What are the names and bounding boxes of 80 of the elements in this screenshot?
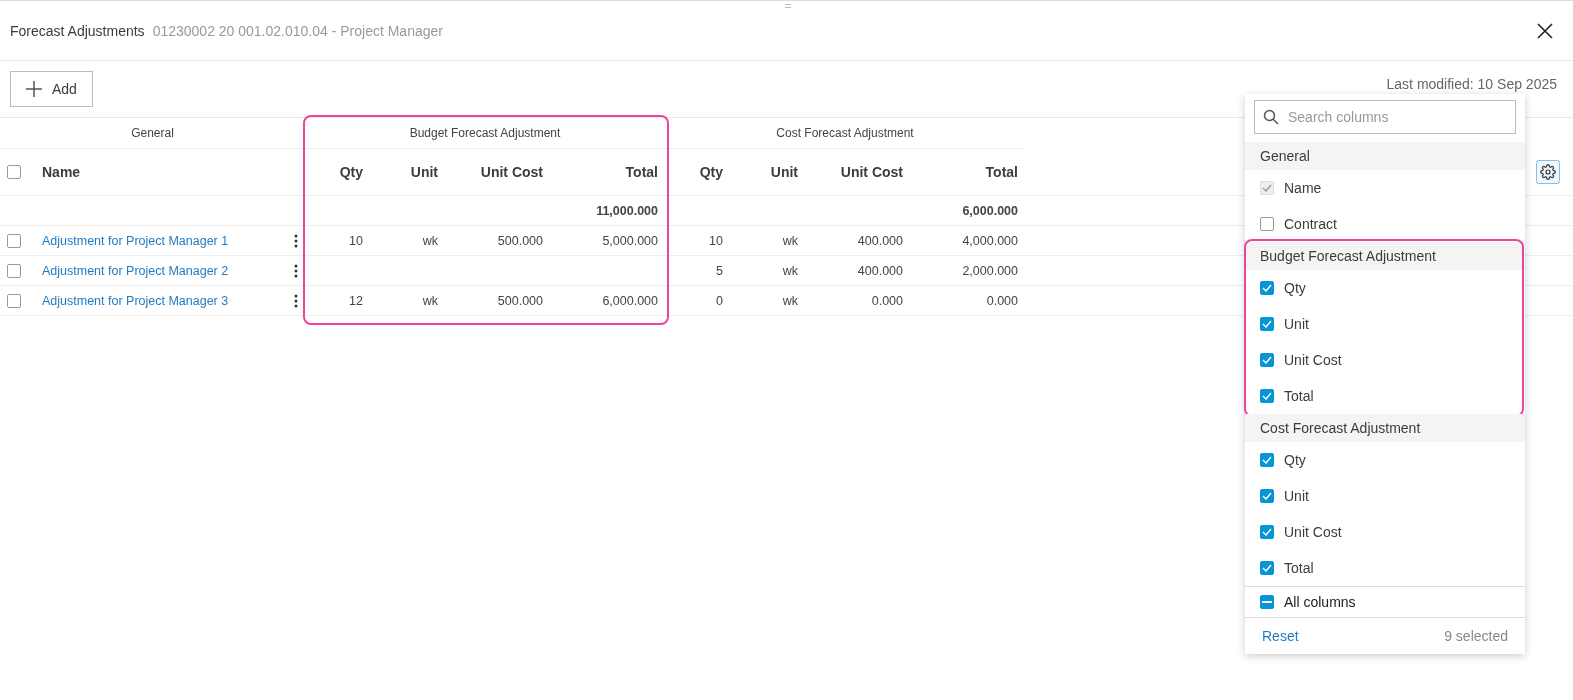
all-columns-checkbox[interactable] bbox=[1260, 595, 1274, 609]
table-cell: 0 bbox=[665, 286, 730, 316]
more-icon[interactable] bbox=[294, 233, 298, 248]
last-modified-text: Last modified: 10 Sep 2025 bbox=[1386, 76, 1557, 92]
checkbox[interactable] bbox=[1260, 281, 1274, 295]
table-cell: 0.000 bbox=[805, 286, 910, 316]
table-cell: wk bbox=[730, 256, 805, 286]
table-cell: 400.000 bbox=[805, 226, 910, 256]
column-group-header: Budget Forecast Adjustment bbox=[305, 118, 665, 149]
all-columns-option[interactable]: All columns bbox=[1245, 586, 1525, 618]
checkbox[interactable] bbox=[1260, 453, 1274, 467]
column-option[interactable]: Qty bbox=[1245, 270, 1525, 306]
checkbox[interactable] bbox=[1260, 217, 1274, 231]
table-cell: 12 bbox=[305, 286, 370, 316]
column-option[interactable]: Unit Cost bbox=[1245, 342, 1525, 378]
search-icon bbox=[1263, 109, 1279, 125]
checkbox[interactable] bbox=[1260, 489, 1274, 503]
checkbox[interactable] bbox=[1260, 389, 1274, 403]
column-header[interactable]: Qty bbox=[665, 149, 730, 196]
close-button[interactable] bbox=[1535, 20, 1555, 41]
column-option[interactable]: Unit Cost bbox=[1245, 514, 1525, 550]
column-group-header: General bbox=[0, 118, 305, 149]
column-group-header: Cost Forecast Adjustment bbox=[665, 118, 1025, 149]
column-option[interactable]: Unit bbox=[1245, 478, 1525, 514]
drag-handle-icon[interactable] bbox=[785, 4, 791, 8]
table-cell: 5,000.000 bbox=[550, 226, 665, 256]
table-cell: 6,000.000 bbox=[550, 286, 665, 316]
column-header[interactable]: Unit Cost bbox=[805, 149, 910, 196]
checkbox[interactable] bbox=[1260, 353, 1274, 367]
select-all-checkbox[interactable] bbox=[7, 165, 21, 179]
column-option[interactable]: Qty bbox=[1245, 442, 1525, 478]
section-header: Cost Forecast Adjustment bbox=[1245, 414, 1525, 442]
total-cell: 11,000.000 bbox=[550, 196, 665, 226]
checkbox[interactable] bbox=[1260, 525, 1274, 539]
column-header[interactable]: Name bbox=[35, 149, 265, 196]
table-cell: wk bbox=[370, 226, 445, 256]
adjustment-link[interactable]: Adjustment for Project Manager 1 bbox=[42, 233, 229, 248]
row-checkbox[interactable] bbox=[7, 233, 21, 248]
column-option[interactable]: Total bbox=[1245, 378, 1525, 414]
selected-count: 9 selected bbox=[1444, 628, 1508, 644]
more-icon[interactable] bbox=[294, 293, 298, 308]
add-button[interactable]: Add bbox=[10, 71, 93, 107]
adjustment-link[interactable]: Adjustment for Project Manager 3 bbox=[42, 293, 229, 308]
table-cell: 2,000.000 bbox=[910, 256, 1025, 286]
settings-button[interactable] bbox=[1536, 160, 1560, 184]
column-header[interactable]: Qty bbox=[305, 149, 370, 196]
column-option[interactable]: Contract bbox=[1245, 206, 1525, 242]
column-header[interactable]: Total bbox=[910, 149, 1025, 196]
plus-icon bbox=[26, 81, 42, 97]
total-cell: 6,000.000 bbox=[910, 196, 1025, 226]
panel-title: Forecast Adjustments bbox=[10, 22, 145, 39]
section-header: General bbox=[1245, 142, 1525, 170]
table-cell: 500.000 bbox=[445, 286, 550, 316]
table-cell: 5 bbox=[665, 256, 730, 286]
search-field[interactable]: Search columns bbox=[1254, 100, 1516, 134]
panel-subtitle: 01230002 20 001.02.010.04 - Project Manager bbox=[152, 22, 443, 39]
table-cell: 500.000 bbox=[445, 226, 550, 256]
column-header[interactable]: Unit bbox=[370, 149, 445, 196]
table-cell: 400.000 bbox=[805, 256, 910, 286]
column-header[interactable]: Unit Cost bbox=[445, 149, 550, 196]
column-header[interactable]: Unit bbox=[730, 149, 805, 196]
row-checkbox[interactable] bbox=[7, 293, 21, 308]
checkbox[interactable] bbox=[1260, 317, 1274, 331]
column-option[interactable]: Total bbox=[1245, 550, 1525, 586]
table-cell: wk bbox=[370, 286, 445, 316]
table-cell: 10 bbox=[665, 226, 730, 256]
minus-icon bbox=[1262, 601, 1272, 603]
column-option[interactable]: Unit bbox=[1245, 306, 1525, 342]
column-header[interactable]: Total bbox=[550, 149, 665, 196]
table-cell: 0.000 bbox=[910, 286, 1025, 316]
table-cell: 4,000.000 bbox=[910, 226, 1025, 256]
reset-link[interactable]: Reset bbox=[1262, 628, 1299, 644]
adjustment-link[interactable]: Adjustment for Project Manager 2 bbox=[42, 263, 229, 278]
table-cell: wk bbox=[730, 226, 805, 256]
table-cell: wk bbox=[730, 286, 805, 316]
more-icon[interactable] bbox=[294, 263, 298, 278]
section-header: Budget Forecast Adjustment bbox=[1245, 242, 1525, 270]
row-checkbox[interactable] bbox=[7, 263, 21, 278]
checkbox[interactable] bbox=[1260, 561, 1274, 575]
table-cell: 10 bbox=[305, 226, 370, 256]
